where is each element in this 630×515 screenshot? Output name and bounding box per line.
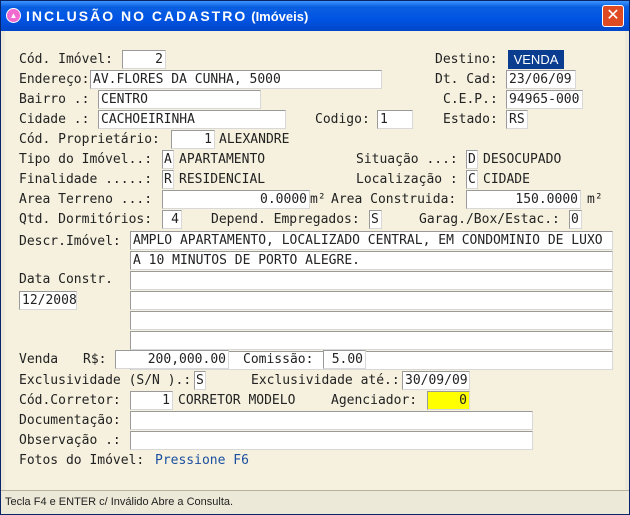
localizacao-label: Localização : (356, 172, 458, 187)
area-construida-label: Area Construida: (331, 192, 457, 207)
window-title: INCLUSÃO NO CADASTRO (Imóveis) (26, 8, 309, 24)
documentacao-label: Documentação: (19, 413, 121, 428)
endereco-field[interactable]: AV.FLORES DA CUNHA, 5000 (90, 70, 382, 89)
tipo-imovel-label: Tipo do Imóvel..: (19, 152, 153, 167)
venda-field[interactable]: 200,000.00 (115, 350, 229, 369)
cep-label: C.E.P.: (443, 92, 498, 107)
corretor-name: CORRETOR MODELO (178, 393, 296, 408)
finalidade-desc: RESIDENCIAL (179, 172, 266, 187)
observacao-label: Observação .: (19, 433, 121, 448)
venda-label: Venda (19, 352, 59, 367)
cod-proprietario-label: Cód. Proprietário: (19, 132, 160, 147)
observacao-field[interactable] (130, 431, 533, 450)
bairro-field[interactable]: CENTRO (98, 90, 261, 109)
depend-empregados-field[interactable]: S (369, 210, 382, 229)
cidade-field[interactable]: CACHOEIRINHA (98, 110, 286, 129)
tipo-imovel-desc: APARTAMENTO (179, 152, 266, 167)
close-icon: ✕ (606, 5, 620, 24)
app-icon: ▲ (6, 8, 21, 23)
garagem-label: Garag./Box/Estac.: (419, 212, 560, 227)
finalidade-code-field[interactable]: R (162, 170, 174, 189)
comissao-field[interactable]: 5.00 (323, 350, 366, 369)
situacao-code-field[interactable]: D (466, 150, 478, 169)
proprietario-name: ALEXANDRE (219, 132, 290, 147)
window: ▲ INCLUSÃO NO CADASTRO (Imóveis) ✕ Cód. I… (0, 0, 630, 515)
status-bar: Tecla F4 e ENTER c/ Inválido Abre a Cons… (1, 490, 629, 514)
descr-imovel-label: Descr.Imóvel: (19, 234, 121, 249)
comissao-label: Comissão: (243, 352, 314, 367)
codigo-label: Codigo: (315, 112, 370, 127)
qtd-dormitorios-label: Qtd. Dormitórios: (19, 212, 153, 227)
estado-field[interactable]: RS (506, 110, 528, 129)
data-constr-label: Data Constr. (19, 272, 113, 287)
form-panel: Cód. Imóvel: 2 Destino: VENDA Endereço: … (5, 31, 625, 490)
descr-line-2[interactable]: A 10 MINUTOS DE PORTO ALEGRE. (130, 251, 613, 270)
area-terreno-unit: m² (310, 192, 326, 207)
close-button[interactable]: ✕ (602, 5, 624, 27)
fotos-link[interactable]: Pressione F6 (155, 452, 249, 471)
situacao-desc: DESOCUPADO (483, 152, 562, 167)
documentacao-field[interactable] (130, 411, 533, 430)
descr-line-3[interactable] (130, 271, 613, 290)
garagem-field[interactable]: 0 (569, 210, 582, 229)
window-subtitle: (Imóveis) (251, 9, 309, 24)
destino-field[interactable]: VENDA (508, 50, 564, 69)
area-construida-unit: m² (587, 192, 603, 207)
cod-corretor-label: Cód.Corretor: (19, 393, 121, 408)
localizacao-code-field[interactable]: C (466, 170, 478, 189)
estado-label: Estado: (443, 112, 498, 127)
cod-imovel-field[interactable]: 2 (122, 50, 166, 69)
endereco-label: Endereço: (19, 72, 90, 87)
agenciador-label: Agenciador: (331, 393, 418, 408)
area-terreno-label: Area Terreno ...: (19, 192, 153, 207)
dt-cad-label: Dt. Cad: (435, 72, 498, 87)
data-constr-field[interactable]: 12/2008 (19, 291, 77, 310)
finalidade-label: Finalidade .....: (19, 172, 153, 187)
exclusividade-field[interactable]: S (194, 371, 206, 390)
cod-corretor-field[interactable]: 1 (130, 391, 173, 410)
area-construida-field[interactable]: 150.0000 (466, 190, 581, 209)
venda-currency: R$: (83, 352, 107, 367)
qtd-dormitorios-field[interactable]: 4 (162, 210, 182, 229)
cod-proprietario-field[interactable]: 1 (171, 130, 215, 149)
title-bar: ▲ INCLUSÃO NO CADASTRO (Imóveis) ✕ (1, 1, 629, 31)
codigo-field[interactable]: 1 (377, 110, 413, 129)
cidade-label: Cidade .: (19, 112, 90, 127)
exclusividade-ate-label: Exclusividade até.: (251, 373, 400, 388)
descr-line-4[interactable] (130, 291, 613, 310)
descr-line-6[interactable] (130, 331, 613, 350)
exclusividade-label: Exclusividade (S/N ).: (19, 373, 192, 388)
destino-label: Destino: (435, 52, 498, 67)
agenciador-field[interactable]: 0 (427, 391, 470, 410)
fotos-label: Fotos do Imóvel: (19, 453, 145, 468)
descr-line-5[interactable] (130, 311, 613, 330)
tipo-imovel-code-field[interactable]: A (162, 150, 174, 169)
cep-field[interactable]: 94965-000 (506, 90, 583, 109)
depend-empregados-label: Depend. Empregados: (211, 212, 360, 227)
exclusividade-ate-field[interactable]: 30/09/09 (402, 371, 470, 390)
bairro-label: Bairro .: (19, 92, 90, 107)
descr-line-1[interactable]: AMPLO APARTAMENTO, LOCALIZADO CENTRAL, E… (130, 231, 613, 250)
localizacao-desc: CIDADE (483, 172, 530, 187)
situacao-label: Situação ...: (356, 152, 458, 167)
dt-cad-field[interactable]: 23/06/09 (506, 70, 576, 89)
area-terreno-field[interactable]: 0.0000 (162, 190, 310, 209)
cod-imovel-label: Cód. Imóvel: (19, 52, 113, 67)
